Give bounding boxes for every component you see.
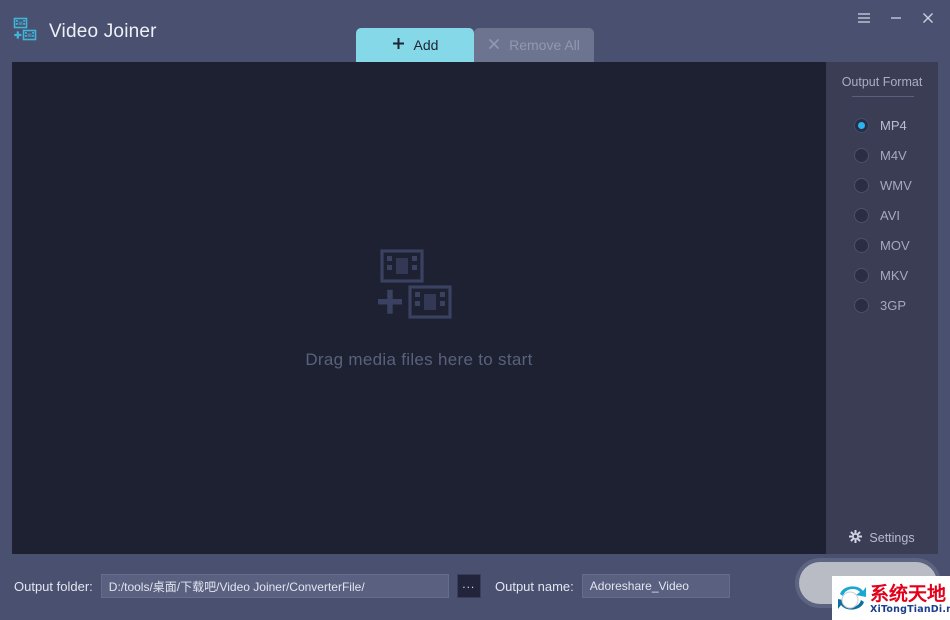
watermark: 系统天地 XiTongTianDi.net — [832, 576, 950, 620]
format-label: WMV — [880, 177, 912, 193]
panel-divider — [852, 96, 914, 97]
format-option-3gp[interactable]: 3GP — [826, 290, 938, 320]
close-x-icon — [488, 37, 500, 53]
output-name-input[interactable]: Adoreshare_Video — [581, 574, 730, 598]
format-label: M4V — [880, 147, 907, 163]
drop-zone[interactable]: Drag media files here to start — [12, 62, 826, 554]
output-folder-row: Output folder: D:/tools/桌面/下载吧/Video Joi… — [14, 574, 481, 598]
format-list: MP4 M4V WMV AVI MOV MKV 3GP — [826, 110, 938, 320]
main-stage: Drag media files here to start Output Fo… — [12, 62, 938, 554]
radio-icon — [854, 207, 869, 223]
watermark-en-text: XiTongTianDi.net — [870, 604, 950, 615]
radio-icon — [854, 237, 869, 253]
tab-bar: Add Remove All — [356, 28, 594, 62]
format-option-wmv[interactable]: WMV — [826, 170, 938, 200]
tab-remove-all[interactable]: Remove All — [474, 28, 594, 62]
output-name-label: Output name: — [495, 578, 574, 594]
radio-icon — [854, 147, 869, 163]
tab-add-label: Add — [413, 37, 439, 53]
app-title: Video Joiner — [49, 20, 157, 42]
recycle-arrows-icon — [834, 580, 870, 620]
output-folder-label: Output folder: — [14, 578, 93, 594]
bottom-bar: Output folder: D:/tools/桌面/下载吧/Video Joi… — [0, 554, 950, 620]
panel-title: Output Format — [841, 75, 923, 89]
format-option-mp4[interactable]: MP4 — [826, 110, 938, 140]
format-label: MOV — [880, 237, 910, 253]
tab-remove-all-label: Remove All — [509, 37, 580, 53]
radio-icon — [854, 177, 869, 193]
output-name-row: Output name: Adoreshare_Video — [495, 574, 730, 598]
format-label: AVI — [880, 207, 900, 223]
video-join-icon — [12, 16, 38, 47]
app-window: Video Joiner Add Remove All Drag media f… — [0, 0, 950, 620]
settings-button[interactable]: Settings — [826, 530, 938, 546]
format-label: MP4 — [880, 117, 907, 133]
format-label: MKV — [880, 267, 909, 283]
format-option-avi[interactable]: AVI — [826, 200, 938, 230]
watermark-cn-text: 系统天地 — [870, 583, 947, 605]
output-format-panel: Output Format MP4 M4V WMV AVI MOV MKV 3G… — [826, 62, 938, 554]
browse-folder-button[interactable]: ... — [456, 574, 481, 598]
settings-label: Settings — [869, 531, 915, 545]
close-icon[interactable] — [914, 6, 942, 30]
format-option-mov[interactable]: MOV — [826, 230, 938, 260]
tab-add[interactable]: Add — [356, 28, 474, 62]
format-label: 3GP — [880, 297, 907, 313]
radio-icon — [854, 267, 869, 283]
plus-icon — [392, 37, 405, 53]
menu-icon[interactable] — [850, 6, 878, 30]
video-join-icon — [376, 247, 456, 326]
output-folder-input[interactable]: D:/tools/桌面/下载吧/Video Joiner/ConverterFi… — [100, 574, 449, 598]
format-option-mkv[interactable]: MKV — [826, 260, 938, 290]
format-option-m4v[interactable]: M4V — [826, 140, 938, 170]
brand: Video Joiner — [12, 16, 157, 47]
window-controls — [850, 6, 942, 30]
minimize-icon[interactable] — [882, 6, 910, 30]
gear-icon — [849, 530, 863, 546]
radio-icon — [854, 297, 869, 313]
radio-icon — [854, 117, 869, 133]
drop-zone-text: Drag media files here to start — [305, 349, 533, 369]
